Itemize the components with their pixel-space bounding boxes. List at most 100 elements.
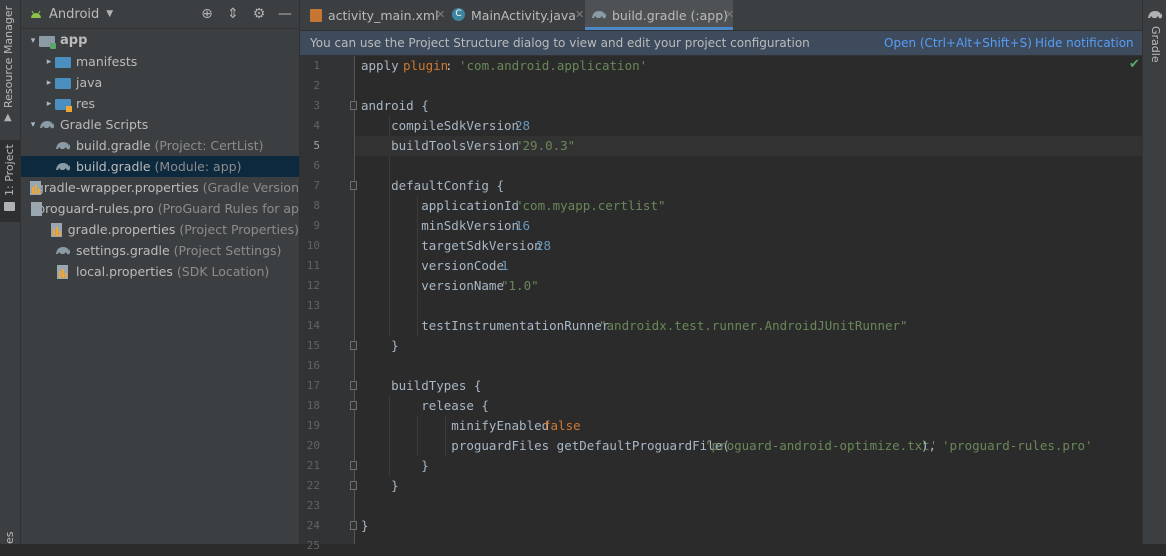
app-module-icon: [39, 36, 56, 49]
tree-item-label: res: [76, 96, 96, 111]
line-number: 18: [306, 399, 320, 412]
line-number: 5: [313, 139, 320, 152]
tree-item[interactable]: ▸ java: [21, 72, 299, 93]
line-number: 25: [306, 539, 320, 552]
line-number: 17: [306, 379, 320, 392]
code-token: buildTypes {: [361, 378, 482, 393]
tab-main-activity-java[interactable]: C MainActivity.java ✕: [443, 0, 584, 30]
code-token: compileSdkVersion: [361, 118, 527, 133]
collapse-arrow-icon[interactable]: ▸: [43, 99, 55, 109]
properties-icon: [55, 264, 71, 279]
code-token: applicationId: [361, 198, 527, 213]
tree-item-hint: (SDK Location): [176, 264, 270, 279]
line-number: 19: [306, 419, 320, 432]
line-number: 16: [306, 359, 320, 372]
line-number: 20: [306, 439, 320, 452]
line-number: 4: [313, 119, 320, 132]
collapse-arrow-icon[interactable]: ▸: [43, 57, 55, 67]
editor-tab-bar: activity_main.xml ✕ C MainActivity.java …: [300, 0, 1142, 31]
code-line: targetSdkVersion 28: [355, 236, 1142, 256]
crosshair-icon[interactable]: ⊕: [199, 6, 215, 22]
tab-activity-main-xml[interactable]: activity_main.xml ✕: [300, 0, 445, 30]
expand-arrow-icon[interactable]: ▾: [27, 36, 39, 46]
tree-item[interactable]: proguard-rules.pro (ProGuard Rules for ap: [21, 198, 299, 219]
line-number: 6: [313, 159, 320, 172]
line-number: 12: [306, 279, 320, 292]
editor-area: activity_main.xml ✕ C MainActivity.java …: [300, 0, 1142, 552]
notification-banner: You can use the Project Structure dialog…: [300, 31, 1142, 56]
code-token: versionCode: [361, 258, 512, 273]
gradle-icon: [1148, 11, 1162, 19]
expand-arrow-icon[interactable]: ▾: [27, 120, 39, 130]
line-number: 7: [313, 179, 320, 192]
tree-item[interactable]: ▸ res: [21, 93, 299, 114]
hide-notification-link[interactable]: Hide notification: [1035, 36, 1134, 50]
tree-item-label: local.properties: [76, 264, 173, 279]
gradle-icon: [39, 118, 55, 132]
project-panel: Android ▼ ⊕ ⇕ ⚙ — ▾ app ▸ manifests ▸ java ▸ re…: [21, 0, 300, 544]
gradle-icon: [55, 139, 71, 153]
tree-item[interactable]: build.gradle (Project: CertList): [21, 135, 299, 156]
code-token: 'proguard-android-optimize.txt': [704, 438, 938, 453]
close-icon[interactable]: ✕: [725, 8, 734, 21]
line-number-gutter: 1 2 3 4 5 6 7 8 9 10 11 12 13 14 15 16 17 18 19 20 21 22 23 24 2…: [300, 56, 357, 552]
gear-icon[interactable]: ⚙: [251, 6, 267, 22]
line-number: 2: [313, 79, 320, 92]
project-view-selector[interactable]: Android ▼: [29, 7, 113, 22]
java-class-icon: C: [452, 8, 465, 21]
tree-item[interactable]: local.properties (SDK Location): [21, 261, 299, 282]
collapse-arrow-icon[interactable]: ▸: [43, 78, 55, 88]
minimize-icon[interactable]: —: [277, 6, 293, 22]
project-tool-button[interactable]: 1: Project: [0, 140, 20, 222]
tree-item[interactable]: gradle.properties (Project Properties): [21, 219, 299, 240]
tree-item[interactable]: gradle-wrapper.properties (Gradle Version: [21, 177, 299, 198]
tree-item-hint: (Gradle Version: [202, 180, 299, 195]
line-number: 9: [313, 219, 320, 232]
code-token: }: [361, 478, 399, 493]
code-token: 16: [515, 218, 531, 233]
tree-item[interactable]: settings.gradle (Project Settings): [21, 240, 299, 261]
code-line: release {: [355, 396, 1142, 416]
code-editor[interactable]: apply plugin: 'com.android.application' a…: [355, 56, 1142, 544]
open-project-structure-link[interactable]: Open (Ctrl+Alt+Shift+S): [884, 36, 1032, 50]
project-tool-label: 1: Project: [3, 144, 16, 196]
code-token: minifyEnabled: [361, 418, 557, 433]
tree-item[interactable]: ▸ manifests: [21, 51, 299, 72]
code-token: ),: [921, 438, 944, 453]
left-tool-strip: Resource Manager ▲ 1: Project es: [0, 0, 21, 544]
tree-item[interactable]: build.gradle (Module: app): [21, 156, 299, 177]
resource-manager-tool-button[interactable]: Resource Manager: [2, 6, 15, 108]
gradle-tool-button[interactable]: Gradle: [1149, 26, 1162, 63]
line-number: 3: [313, 99, 320, 112]
close-icon[interactable]: ✕: [575, 8, 584, 21]
tree-item[interactable]: ▾ Gradle Scripts: [21, 114, 299, 135]
code-token: "1.0": [501, 278, 539, 293]
tree-item-label: build.gradle: [76, 138, 151, 153]
tree-item-hint: (Project Settings): [173, 243, 282, 258]
gradle-icon: [55, 244, 71, 258]
code-line: minSdkVersion 16: [355, 216, 1142, 236]
tree-item-hint: (Project Properties): [179, 222, 299, 237]
tab-build-gradle-app[interactable]: build.gradle (:app) ✕: [585, 0, 734, 30]
line-number: 13: [306, 299, 320, 312]
code-line: proguardFiles getDefaultProguardFile('pr…: [355, 436, 1142, 456]
collapse-all-icon[interactable]: ⇕: [225, 6, 241, 22]
code-token: "com.myapp.certlist": [515, 198, 666, 213]
code-line: versionCode 1: [355, 256, 1142, 276]
tree-item-hint: (Module: app): [154, 159, 242, 174]
line-number: 24: [306, 519, 320, 532]
tree-item-hint: (Project: CertList): [154, 138, 264, 153]
code-token: "29.0.3": [515, 138, 576, 153]
tree-item-label: build.gradle: [76, 159, 151, 174]
line-number: 10: [306, 239, 320, 252]
code-token: 'com.android.application': [459, 58, 648, 73]
tree-item-label: Gradle Scripts: [60, 117, 149, 132]
tree-item[interactable]: ▾ app: [21, 30, 299, 51]
tab-label: activity_main.xml: [328, 8, 439, 23]
file-icon: [29, 201, 42, 216]
tree-item-label: proguard-rules.pro: [37, 201, 154, 216]
bottom-tool-label[interactable]: es: [3, 532, 16, 545]
